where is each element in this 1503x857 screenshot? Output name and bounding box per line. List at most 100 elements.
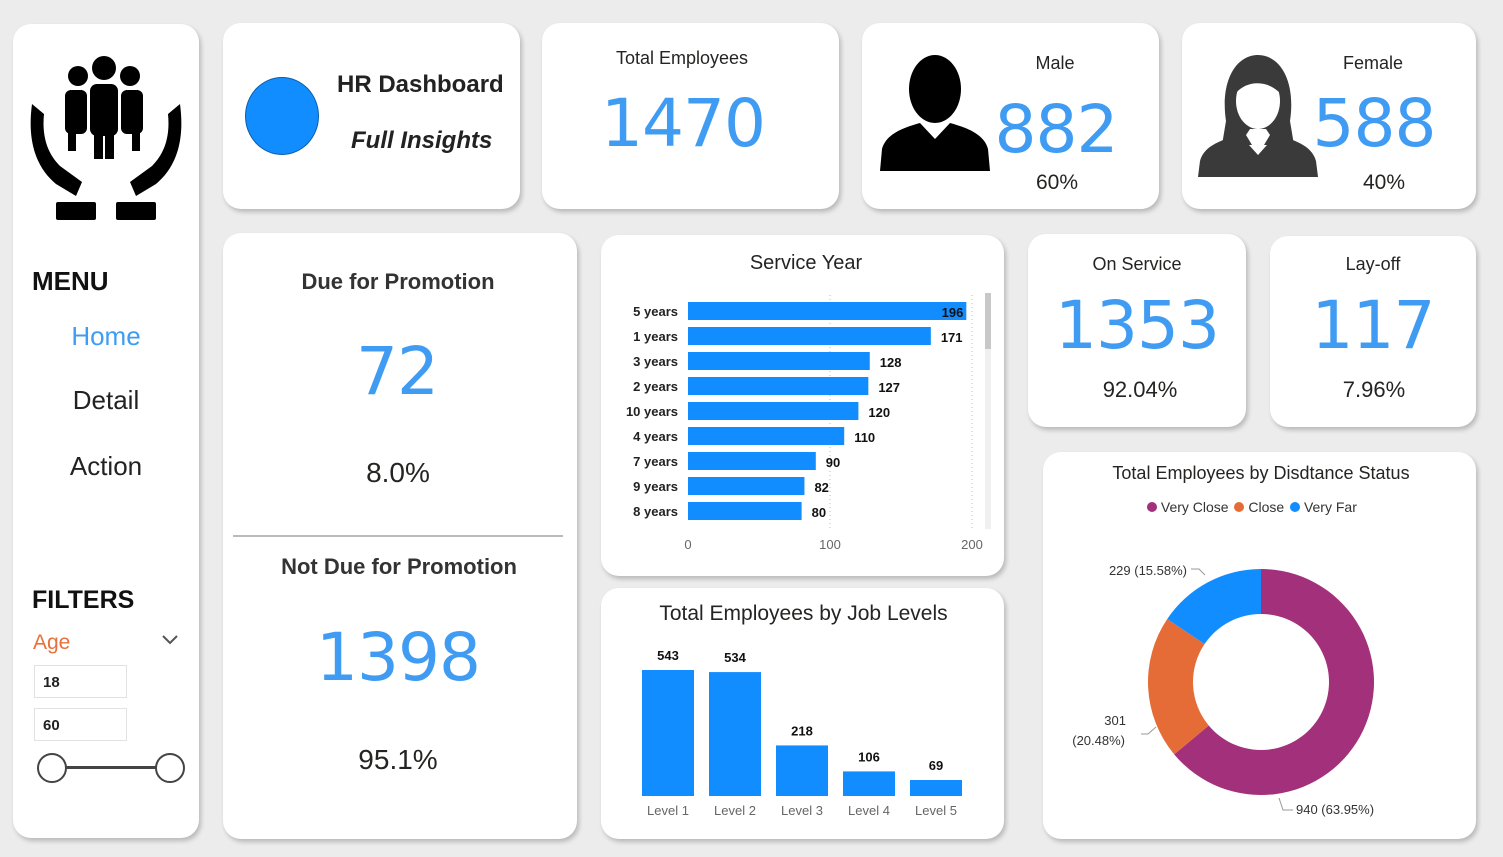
job-level-category-label: Level 3: [781, 803, 823, 818]
header-card: HR Dashboard Full Insights: [223, 23, 520, 209]
male-percent: 60%: [1035, 171, 1079, 194]
age-slider-min-handle[interactable]: [37, 753, 67, 783]
layoff-label: Lay-off: [1345, 254, 1401, 274]
service-year-data-label: 171: [941, 330, 963, 345]
total-employees-label: Total Employees: [615, 48, 749, 68]
job-level-category-label: Level 4: [848, 803, 890, 818]
male-value: 882: [994, 91, 1119, 168]
job-level-data-label: 106: [858, 749, 880, 764]
x-tick-label: 200: [961, 537, 983, 552]
service-year-category-label: 8 years: [633, 504, 678, 519]
on-service-card: On Service 1353 92.04%: [1028, 234, 1246, 427]
male-label: Male: [1035, 53, 1075, 73]
sidebar: MENU Home Detail Action FILTERS Age 18 6…: [13, 24, 199, 838]
donut-data-label: (20.48%): [1072, 733, 1125, 748]
x-tick-label: 100: [819, 537, 841, 552]
job-levels-card: Total Employees by Job Levels 543 Level 1…: [601, 588, 1004, 839]
female-percent: 40%: [1362, 171, 1406, 194]
service-year-data-label: 80: [812, 505, 826, 520]
service-year-data-label: 128: [880, 355, 902, 370]
female-value: 588: [1312, 85, 1437, 162]
dashboard-subtitle: Full Insights: [351, 127, 493, 154]
service-year-chart: 0 100 200 5 years 196 1 years 171 3 years 128 2 y…: [626, 295, 983, 552]
service-year-bar: [688, 377, 869, 395]
job-levels-chart: 543 Level 1 534 Level 2 218 Level 3 106 Level 4…: [642, 648, 962, 818]
job-level-data-label: 534: [724, 650, 746, 665]
layoff-percent: 7.96%: [1342, 377, 1406, 402]
not-due-promotion-value: 1398: [316, 619, 481, 696]
age-filter-label: Age: [33, 631, 71, 654]
job-level-data-label: 543: [657, 648, 679, 663]
age-slider-track[interactable]: [51, 766, 169, 769]
on-service-percent: 92.04%: [1102, 377, 1178, 402]
chart-scrollbar[interactable]: [985, 293, 991, 529]
service-year-category-label: 3 years: [633, 354, 678, 369]
service-year-bar: [688, 452, 816, 470]
total-employees-card: Total Employees 1470: [542, 23, 839, 209]
female-avatar-icon: [1198, 55, 1318, 177]
service-year-category-label: 9 years: [633, 479, 678, 494]
service-year-bar: [688, 352, 870, 370]
service-year-data-label: 127: [878, 380, 900, 395]
service-year-category-label: 1 years: [633, 329, 678, 344]
distance-donut-chart: 940 (63.95%) 301 (20.48%) 229 (15.58%): [1072, 563, 1374, 817]
service-year-bar: [688, 402, 859, 420]
service-year-category-label: 4 years: [633, 429, 678, 444]
service-year-card: Service Year 0 100 200 5 years 196 1 years 171…: [601, 235, 1004, 576]
service-year-category-label: 5 years: [633, 304, 678, 319]
promotion-card: Due for Promotion 72 8.0% Not Due for Pr…: [223, 233, 577, 839]
service-year-data-label: 90: [826, 455, 840, 470]
leader-line: [1278, 797, 1293, 811]
job-level-data-label: 218: [791, 723, 813, 738]
leader-line: [1191, 568, 1206, 576]
due-promotion-value: 72: [356, 333, 439, 410]
x-tick-label: 0: [684, 537, 691, 552]
job-level-bar: [776, 745, 828, 796]
age-slider-max-handle[interactable]: [155, 753, 185, 783]
hr-care-icon: [30, 56, 182, 220]
service-year-bar: [688, 477, 805, 495]
job-level-bar: [709, 672, 761, 796]
promotion-divider: [233, 535, 563, 537]
on-service-value: 1353: [1055, 287, 1220, 364]
menu-item-detail[interactable]: Detail: [13, 385, 199, 416]
chevron-down-icon[interactable]: [161, 634, 179, 646]
female-card: Female 588 40%: [1182, 23, 1476, 209]
female-label: Female: [1342, 53, 1404, 73]
service-year-data-label: 82: [814, 480, 828, 495]
dashboard-title: HR Dashboard: [337, 71, 504, 98]
chart-scrollbar-thumb[interactable]: [985, 293, 991, 349]
service-year-category-label: 10 years: [626, 404, 678, 419]
layoff-value: 117: [1311, 287, 1436, 364]
male-avatar-icon: [880, 55, 990, 171]
job-level-category-label: Level 5: [915, 803, 957, 818]
age-max-input[interactable]: 60: [34, 708, 127, 741]
service-year-bar: [688, 502, 802, 520]
donut-data-label: 940 (63.95%): [1296, 802, 1374, 817]
service-year-bar: [688, 427, 845, 445]
male-card: Male 882 60%: [862, 23, 1159, 209]
service-year-data-label: 120: [868, 405, 890, 420]
age-min-input[interactable]: 18: [34, 665, 127, 698]
filters-title: FILTERS: [32, 586, 135, 614]
not-due-promotion-percent: 95.1%: [358, 744, 438, 775]
donut-data-label: 229 (15.58%): [1109, 563, 1187, 578]
menu-title: MENU: [32, 266, 109, 296]
job-level-bar: [910, 779, 962, 796]
job-level-data-label: 69: [929, 758, 943, 773]
service-year-category-label: 2 years: [633, 379, 678, 394]
leader-line: [1141, 726, 1157, 735]
layoff-card: Lay-off 117 7.96%: [1270, 236, 1476, 427]
due-promotion-percent: 8.0%: [366, 457, 430, 488]
service-year-data-label: 110: [854, 430, 875, 445]
menu-item-home[interactable]: Home: [13, 321, 199, 352]
on-service-label: On Service: [1092, 254, 1182, 274]
distance-status-card: Total Employees by Disdtance Status Very…: [1043, 452, 1476, 839]
menu-item-action[interactable]: Action: [13, 451, 199, 482]
not-due-promotion-label: Not Due for Promotion: [281, 554, 517, 579]
donut-data-label: 301: [1104, 713, 1126, 728]
job-level-bar: [642, 670, 694, 796]
service-year-data-label: 196: [942, 305, 964, 320]
service-year-category-label: 7 years: [633, 454, 678, 469]
job-level-category-label: Level 1: [647, 803, 689, 818]
